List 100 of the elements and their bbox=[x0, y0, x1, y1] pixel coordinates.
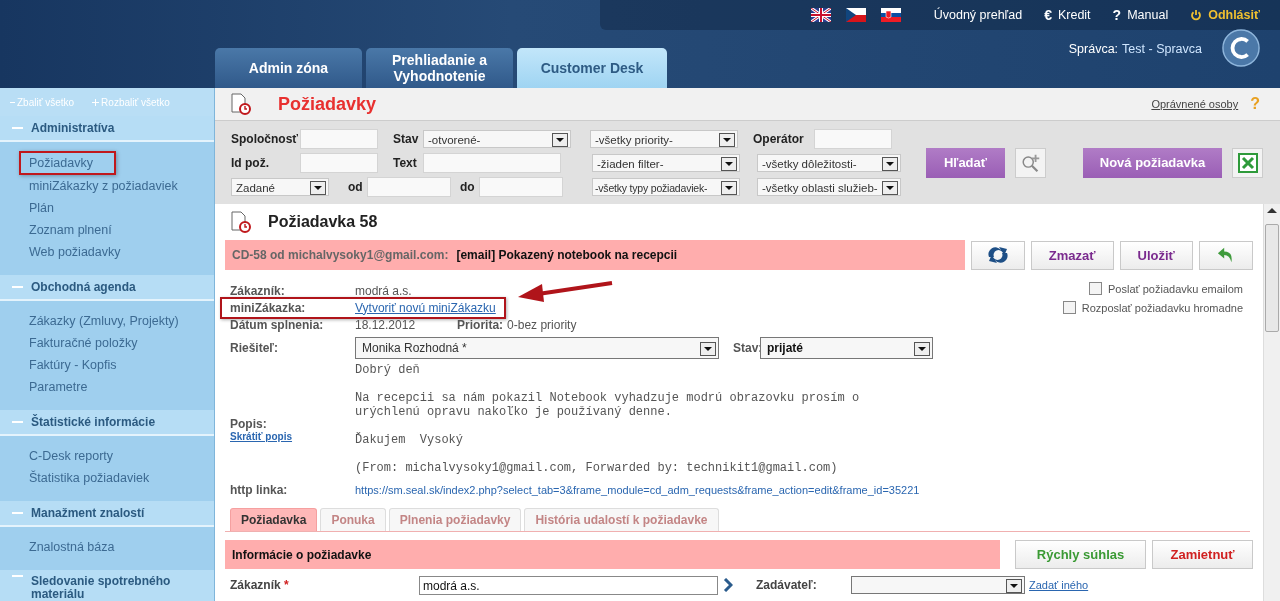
customer-input[interactable]: modrá a.s. bbox=[419, 575, 718, 595]
sidebar-item[interactable]: Znalostná báza bbox=[0, 536, 214, 558]
main-tab[interactable]: Prehliadanie a Vyhodnotenie bbox=[366, 48, 513, 88]
checkbox[interactable] bbox=[1062, 301, 1076, 314]
home-link[interactable]: Úvodný prehľad bbox=[933, 8, 1023, 22]
flag-icon[interactable] bbox=[810, 8, 831, 22]
sidebar-item[interactable]: Fakturačné položky bbox=[0, 332, 214, 354]
advanced-search-button[interactable] bbox=[1015, 147, 1046, 178]
section-title: Obchodná agenda bbox=[31, 280, 136, 294]
description-text: Na recepcii sa nám pokazil Notebook vyhadzuje modrú obrazovku prosím o urýchlenú opravu nakoľko je používaný denne. bbox=[355, 391, 860, 419]
search-button[interactable]: Hľadať bbox=[926, 147, 1005, 178]
field-label: Popis: bbox=[230, 417, 268, 431]
filter-dropdown[interactable]: -všetky typy požiadaviek- bbox=[592, 177, 740, 196]
new-request-button[interactable]: Nová požiadavka bbox=[1083, 147, 1222, 178]
field-label: Zadávateľ: bbox=[756, 578, 818, 592]
delete-button[interactable]: Zmazať bbox=[1030, 240, 1114, 270]
excel-export-button[interactable] bbox=[1232, 147, 1263, 178]
section-header[interactable]: Obchodná agenda bbox=[0, 275, 214, 301]
filter-label: Stav bbox=[393, 131, 420, 146]
request-subject: [email] Pokazený notebook na recepcii bbox=[456, 248, 678, 262]
filter-dropdown[interactable]: -všetky oblasti služieb- bbox=[757, 177, 901, 196]
sidebar-item[interactable]: miniZákazky z požiadaviek bbox=[0, 175, 214, 197]
http-link[interactable]: https://sm.seal.sk/index2.php?select_tab=3&frame_module=cd_adm_requests&frame_action=edit&frame_id=35221 bbox=[355, 484, 920, 496]
submitter-dropdown[interactable] bbox=[851, 576, 1025, 594]
logo-icon bbox=[1222, 29, 1260, 67]
filter-dropdown[interactable]: -všetky dôležitosti- bbox=[757, 153, 901, 172]
other-submitter-link[interactable]: Zadať iného bbox=[1029, 579, 1089, 591]
detail-tab[interactable]: Plnenia požiadavky bbox=[388, 508, 522, 531]
credit-link[interactable]: Kredit bbox=[1057, 8, 1091, 22]
shorten-description-link[interactable]: Skrátiť popis bbox=[230, 431, 355, 442]
filter-label: od bbox=[348, 179, 364, 194]
filter-dropdown[interactable]: -všetky priority- bbox=[590, 129, 738, 148]
detail-tab[interactable]: História udalostí k požiadavke bbox=[524, 508, 719, 531]
filter-input[interactable] bbox=[300, 152, 378, 173]
request-title: Požiadavka 58 bbox=[268, 213, 378, 231]
minus-icon bbox=[10, 101, 15, 103]
checkbox-label: Rozposlať požiadavku hromadne bbox=[1081, 301, 1243, 314]
euro-icon: € bbox=[1044, 7, 1052, 23]
flag-icon[interactable] bbox=[880, 8, 901, 22]
field-label: Riešiteľ: bbox=[230, 341, 279, 355]
document-clock-icon bbox=[230, 211, 252, 233]
main-tab[interactable]: Admin zóna bbox=[215, 48, 362, 88]
description-text: (From: michalvysoky1@gmail.com, Forwarded by: technikit1@gmail.com) bbox=[355, 461, 839, 475]
filter-input[interactable] bbox=[814, 128, 892, 149]
section-header[interactable]: Administratíva bbox=[0, 116, 214, 142]
save-button[interactable]: Uložiť bbox=[1119, 240, 1193, 270]
sidebar-item[interactable]: C-Desk reporty bbox=[0, 445, 214, 467]
filter-label: Id pož. bbox=[231, 155, 270, 170]
detail-tab[interactable]: Ponuka bbox=[320, 508, 386, 531]
reject-button[interactable]: Zamietnuť bbox=[1152, 540, 1253, 569]
authorized-persons-link[interactable]: Oprávnené osoby bbox=[1151, 98, 1239, 110]
page-title: Požiadavky bbox=[278, 93, 377, 115]
sidebar-item[interactable]: Požiadavky bbox=[19, 151, 116, 175]
solver-dropdown[interactable]: Monika Rozhodná * bbox=[355, 337, 719, 359]
field-label: Zákazník bbox=[230, 578, 281, 592]
filter-dropdown[interactable]: -žiaden filter- bbox=[592, 153, 740, 172]
flag-icon[interactable] bbox=[845, 8, 866, 22]
filter-input[interactable] bbox=[367, 176, 451, 197]
question-icon: ? bbox=[1112, 7, 1122, 23]
section-header[interactable]: Manažment znalostí bbox=[0, 501, 214, 527]
chevron-icon[interactable] bbox=[723, 578, 733, 592]
checkbox[interactable] bbox=[1089, 282, 1102, 295]
filter-label: Operátor bbox=[753, 131, 805, 146]
filter-input[interactable] bbox=[479, 176, 563, 197]
filter-label: Text bbox=[393, 155, 418, 170]
main-tab[interactable]: Customer Desk bbox=[517, 48, 667, 88]
sidebar-item[interactable]: Plán bbox=[0, 197, 214, 219]
filter-dropdown[interactable]: -otvorené- bbox=[423, 129, 571, 148]
field-label: Zákazník: bbox=[230, 283, 286, 298]
scrollbar[interactable] bbox=[1263, 204, 1280, 601]
sidebar-item[interactable]: Zoznam plnení bbox=[0, 219, 214, 241]
create-minizakazka-link[interactable]: Vytvoriť novú miniZákazku bbox=[355, 300, 496, 315]
field-label: miniZákazka: bbox=[230, 300, 307, 315]
spreadsheet-icon bbox=[1237, 152, 1258, 173]
quick-approve-button[interactable]: Rýchly súhlas bbox=[1015, 540, 1146, 569]
back-button[interactable] bbox=[1198, 240, 1254, 270]
user-label: Správca: bbox=[1068, 42, 1119, 56]
section-header[interactable]: Štatistické informácie bbox=[0, 410, 214, 436]
refresh-button[interactable] bbox=[970, 240, 1025, 270]
sidebar-item[interactable]: Štatistika požiadaviek bbox=[0, 467, 214, 489]
section-header[interactable]: Sledovanie spotrebného materiálu bbox=[0, 570, 214, 601]
sidebar-item[interactable]: Web požiadavky bbox=[0, 241, 214, 263]
filter-dropdown[interactable]: Zadané bbox=[231, 177, 329, 196]
sidebar-item[interactable]: Zákazky (Zmluvy, Projekty) bbox=[0, 310, 214, 332]
power-icon bbox=[1190, 9, 1203, 21]
logout-link[interactable]: Odhlásiť bbox=[1208, 8, 1260, 22]
manual-link[interactable]: Manual bbox=[1127, 8, 1169, 22]
required-mark: * bbox=[284, 578, 289, 592]
request-sender: CD-58 od michalvysoky1@gmail.com: bbox=[232, 248, 449, 262]
user-name: Test - Spravca bbox=[1122, 42, 1202, 56]
filter-input[interactable] bbox=[300, 128, 378, 149]
field-label: Priorita: bbox=[457, 317, 504, 332]
field-label: http linka: bbox=[230, 483, 289, 497]
field-label: Stav: bbox=[733, 341, 760, 355]
filter-input[interactable] bbox=[423, 152, 561, 173]
checkbox-label: Poslať požiadavku emailom bbox=[1108, 282, 1243, 295]
detail-tab[interactable]: Požiadavka bbox=[230, 508, 318, 531]
sidebar-item[interactable]: Parametre bbox=[0, 376, 214, 398]
state-dropdown[interactable]: prijaté bbox=[760, 337, 933, 359]
sidebar-item[interactable]: Faktúry - Kopfis bbox=[0, 354, 214, 376]
